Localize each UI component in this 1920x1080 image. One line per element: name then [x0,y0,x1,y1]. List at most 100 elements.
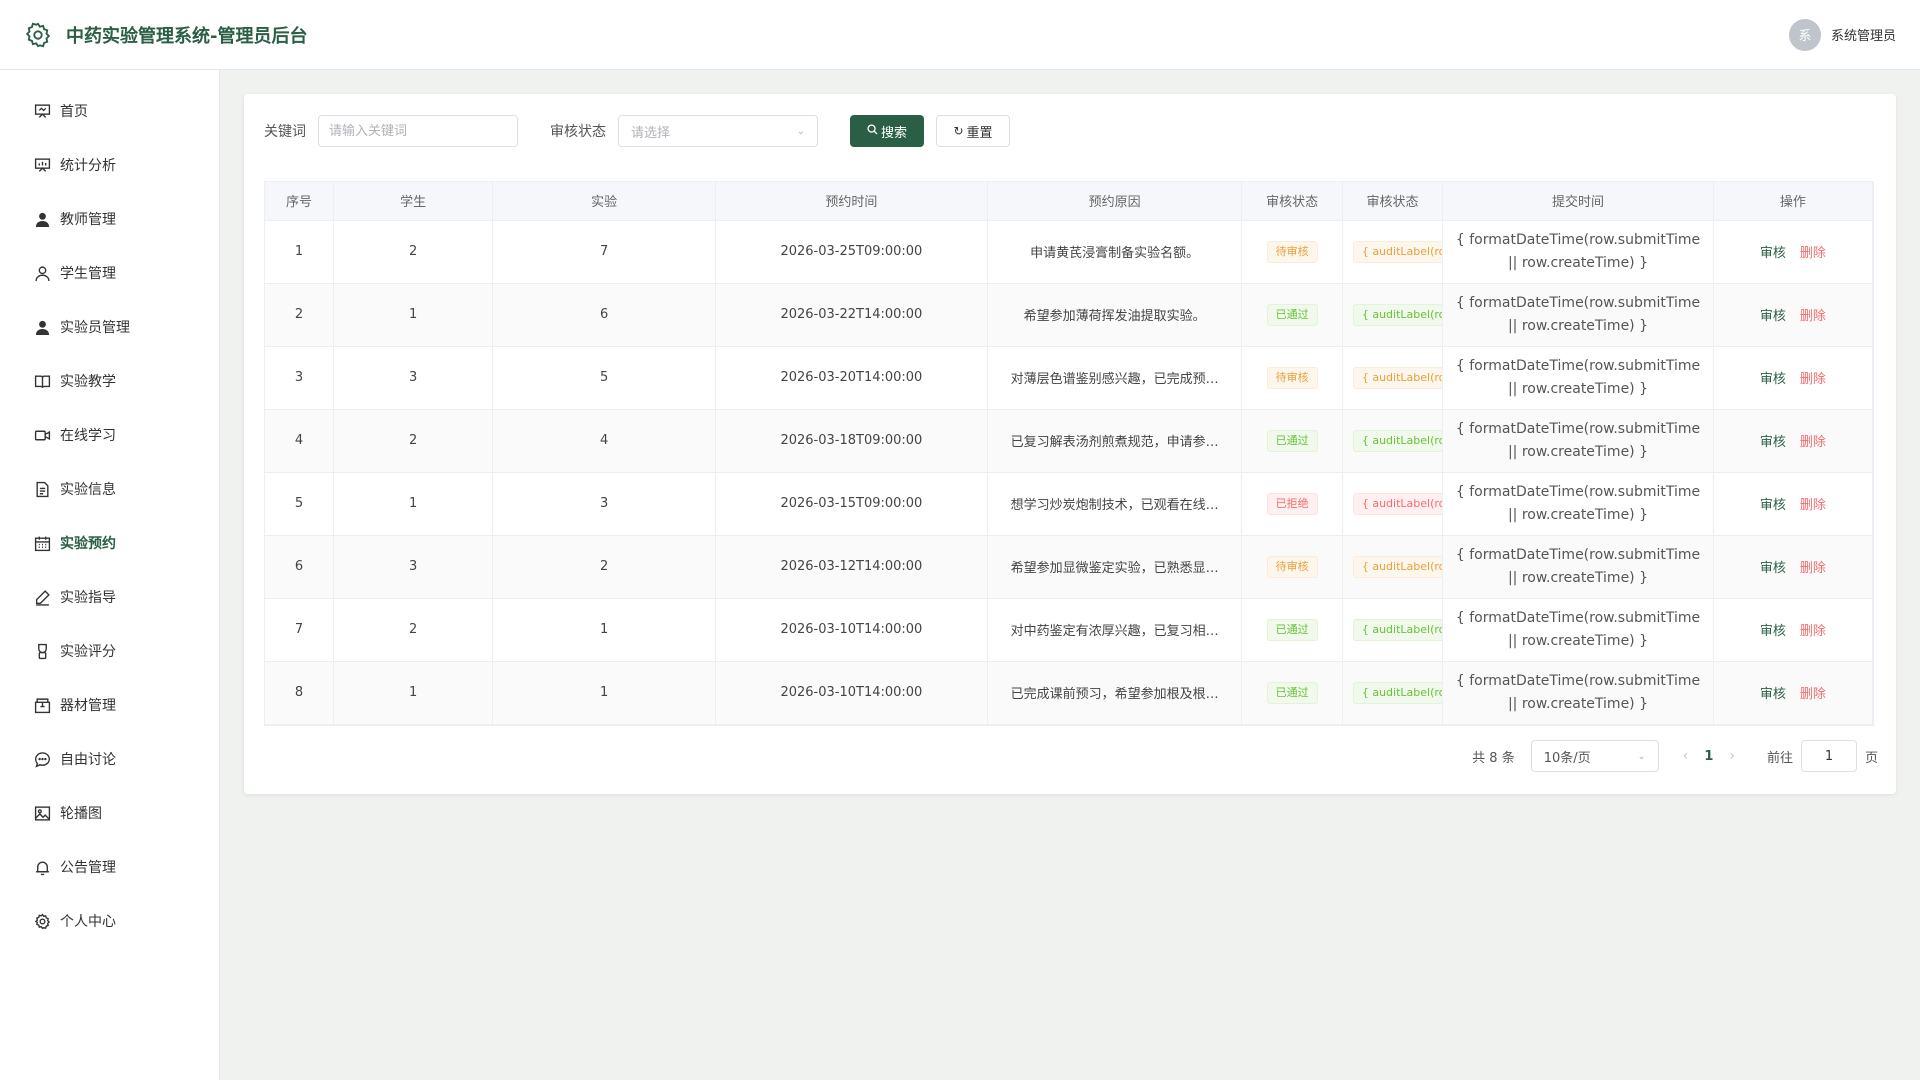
column-header: 审核状态 [1241,182,1343,221]
cell-raw-status: { auditLabel(row.auditStatus) } [1342,598,1444,662]
sidebar-item-2[interactable]: 教师管理 [0,192,219,246]
status-select[interactable]: 请选择 ⌄ [618,115,818,147]
top-header: 中药实验管理系统-管理员后台 系 系统管理员 [0,0,1920,70]
cell-submit-time: { formatDateTime(row.submitTime || row.c… [1442,409,1714,473]
page-size-select[interactable]: 10条/页 ⌄ [1530,740,1659,772]
user-filled-icon [32,209,52,229]
cell-experiment: 3 [492,472,717,536]
sidebar-item-label: 实验指导 [60,590,116,606]
user-menu[interactable]: 系 系统管理员 [1788,18,1920,51]
cell-reserve-time: 2026-03-10T14:00:00 [715,661,988,725]
status-badge: { auditLabel(row.auditStatus) } [1352,555,1442,578]
cell-actions: 审核 删除 [1713,346,1874,410]
delete-button[interactable]: 删除 [1800,624,1826,639]
cell-status: 已拒绝 [1241,472,1343,536]
cell-status: 已通过 [1241,283,1343,347]
brand: 中药实验管理系统-管理员后台 [0,21,307,49]
delete-button[interactable]: 删除 [1800,687,1826,702]
status-badge: { auditLabel(row.auditStatus) } [1352,366,1442,389]
search-button[interactable]: 搜索 [850,115,924,147]
cell-student: 1 [333,283,494,347]
username[interactable]: 系统管理员 [1831,25,1896,44]
column-header: 实验 [492,182,717,221]
sidebar-item-14[interactable]: 公告管理 [0,840,219,894]
cell-raw-status: { auditLabel(row.auditStatus) } [1342,283,1444,347]
current-page[interactable]: 1 [1704,749,1713,764]
cell-reserve-time: 2026-03-10T14:00:00 [715,598,988,662]
cell-reserve-time: 2026-03-20T14:00:00 [715,346,988,410]
cell-student: 3 [333,535,494,599]
audit-button[interactable]: 审核 [1760,435,1786,450]
sidebar-item-5[interactable]: 实验教学 [0,354,219,408]
audit-button[interactable]: 审核 [1760,246,1786,261]
cell-submit-time: { formatDateTime(row.submitTime || row.c… [1442,472,1714,536]
sidebar-item-label: 统计分析 [60,158,116,174]
sidebar-item-8[interactable]: 实验预约 [0,516,219,570]
delete-button[interactable]: 删除 [1800,561,1826,576]
sidebar-item-15[interactable]: 个人中心 [0,894,219,948]
cell-raw-status: { auditLabel(row.auditStatus) } [1342,535,1444,599]
cell-reserve-time: 2026-03-18T09:00:00 [715,409,988,473]
audit-button[interactable]: 审核 [1760,687,1786,702]
sidebar-item-label: 在线学习 [60,428,116,444]
delete-button[interactable]: 删除 [1800,435,1826,450]
cell-submit-time: { formatDateTime(row.submitTime || row.c… [1442,535,1714,599]
reset-button-label: 重置 [966,125,993,141]
audit-button[interactable]: 审核 [1760,498,1786,513]
cell-status: 已通过 [1241,409,1343,473]
sidebar-item-label: 首页 [60,104,88,120]
next-page-icon[interactable]: › [1729,748,1735,764]
chevron-down-icon: ⌄ [796,125,805,137]
cell-actions: 审核 删除 [1713,220,1874,284]
sidebar-item-11[interactable]: 器材管理 [0,678,219,732]
column-header: 序号 [265,182,335,221]
audit-button[interactable]: 审核 [1760,624,1786,639]
reset-button[interactable]: ↻ 重置 [936,115,1010,147]
picture-icon [32,803,52,823]
sidebar-item-0[interactable]: 首页 [0,84,219,138]
cell-reserve-time: 2026-03-12T14:00:00 [715,535,988,599]
status-badge: { auditLabel(row.auditStatus) } [1352,240,1442,263]
audit-button[interactable]: 审核 [1760,372,1786,387]
cell-student: 2 [333,409,494,473]
document-icon [32,479,52,499]
delete-button[interactable]: 删除 [1800,246,1826,261]
cell-index: 6 [265,535,335,599]
sidebar-item-label: 轮播图 [60,806,102,822]
search-icon [867,124,878,138]
avatar[interactable]: 系 [1788,18,1821,51]
cell-index: 7 [265,598,335,662]
cell-actions: 审核 删除 [1713,598,1874,662]
delete-button[interactable]: 删除 [1800,498,1826,513]
goto-page-input[interactable] [1800,740,1857,772]
prev-page-icon[interactable]: ‹ [1683,748,1689,764]
cell-experiment: 5 [492,346,717,410]
sidebar-item-4[interactable]: 实验员管理 [0,300,219,354]
keyword-label: 关键词 [264,124,306,140]
sidebar-item-7[interactable]: 实验信息 [0,462,219,516]
sidebar-item-6[interactable]: 在线学习 [0,408,219,462]
sidebar-item-1[interactable]: 统计分析 [0,138,219,192]
reservation-table: 序号 学生 实验 预约时间 预约原因 审核状态 审核状态 提交时间 操作 1 2 7 2026-03-… [264,181,1874,726]
column-header: 提交时间 [1442,182,1714,221]
keyword-input[interactable] [318,115,518,147]
audit-button[interactable]: 审核 [1760,309,1786,324]
status-select-placeholder: 请选择 [631,125,671,141]
cell-student: 2 [333,598,494,662]
status-badge: 待审核 [1266,555,1318,578]
audit-button[interactable]: 审核 [1760,561,1786,576]
sidebar-item-13[interactable]: 轮播图 [0,786,219,840]
sidebar-item-3[interactable]: 学生管理 [0,246,219,300]
status-badge: 待审核 [1266,240,1318,263]
main-card: 关键词 审核状态 请选择 ⌄ 搜索 ↻ 重置 序号学生实验预约时间预约原因审核状… [244,94,1896,794]
cell-raw-status: { auditLabel(row.auditStatus) } [1342,346,1444,410]
sidebar-item-10[interactable]: 实验评分 [0,624,219,678]
filter-bar: 关键词 审核状态 请选择 ⌄ 搜索 ↻ 重置 [264,115,1010,147]
cell-experiment: 6 [492,283,717,347]
delete-button[interactable]: 删除 [1800,309,1826,324]
sidebar-item-label: 实验信息 [60,482,116,498]
sidebar-item-9[interactable]: 实验指导 [0,570,219,624]
status-badge: { auditLabel(row.auditStatus) } [1352,618,1442,641]
delete-button[interactable]: 删除 [1800,372,1826,387]
sidebar-item-12[interactable]: 自由讨论 [0,732,219,786]
